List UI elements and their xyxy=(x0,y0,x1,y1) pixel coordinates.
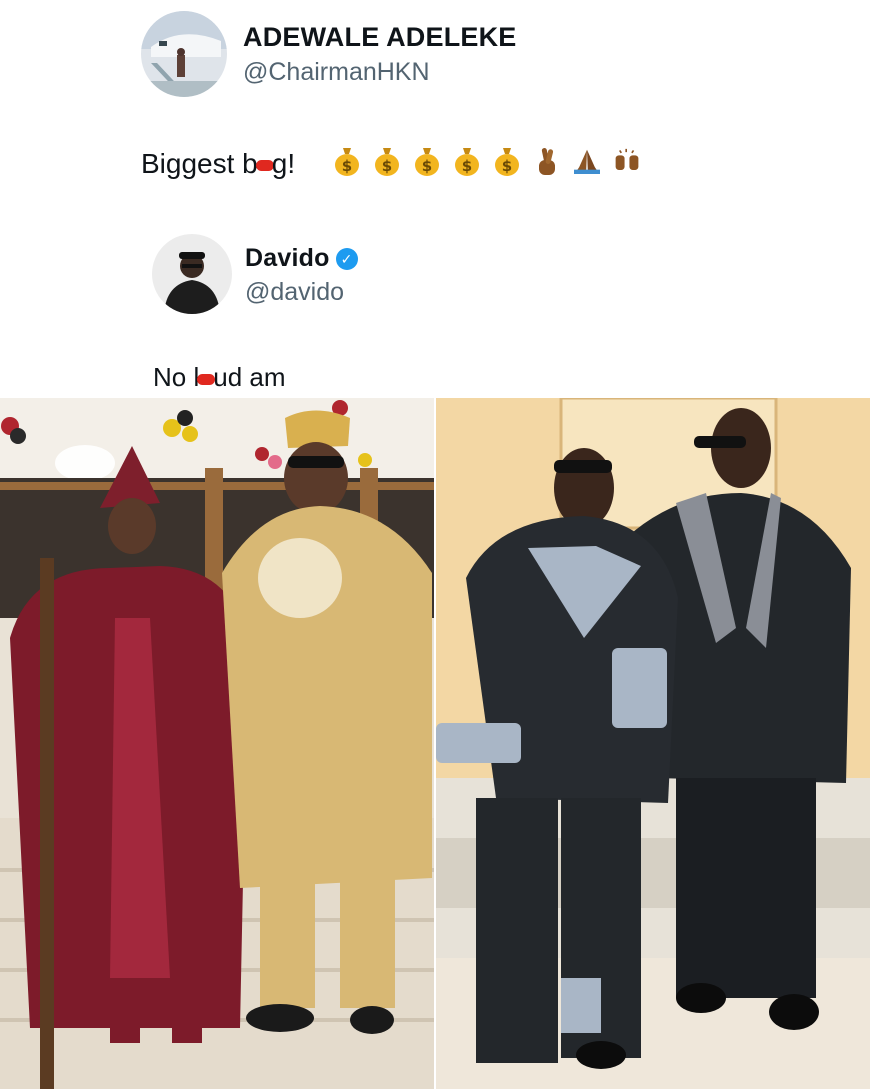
tweet-davido: Davido ✓ @davido No l ud am xyxy=(0,200,870,398)
avatar-davido[interactable] xyxy=(152,234,232,314)
raising-hands-icon xyxy=(615,148,639,170)
display-name-text: Davido xyxy=(245,244,330,272)
display-name[interactable]: Davido ✓ xyxy=(245,244,358,273)
svg-text:$: $ xyxy=(462,157,472,175)
tweet-text: No l ud am xyxy=(153,362,286,393)
money-bag-icon: $ xyxy=(455,148,479,176)
money-bag-icon: $ xyxy=(375,148,399,176)
verified-badge-icon: ✓ xyxy=(335,248,358,271)
money-bag-icon: $ xyxy=(495,148,519,176)
tweet-text-part: ud am xyxy=(213,362,286,392)
svg-text:$: $ xyxy=(422,157,432,175)
display-name[interactable]: ADEWALE ADELEKE xyxy=(243,22,517,53)
tweet-text-part: No l xyxy=(153,362,200,392)
tweet-text: Biggest b g! xyxy=(141,148,295,180)
svg-text:$: $ xyxy=(342,157,352,175)
folded-hands-icon xyxy=(574,149,600,174)
avatar-adewale[interactable] xyxy=(141,11,227,97)
tweet-text-part: g! xyxy=(271,148,296,179)
user-handle[interactable]: @davido xyxy=(245,278,344,307)
photo-black-suits[interactable] xyxy=(436,398,870,1089)
emoji-row: $ $ $ $ $ xyxy=(334,146,640,176)
tweet-text-part: Biggest b xyxy=(141,148,258,179)
user-handle[interactable]: @ChairmanHKN xyxy=(243,58,430,87)
crossed-fingers-icon xyxy=(539,148,555,175)
tweet-adewale: ADEWALE ADELEKE @ChairmanHKN Biggest b g!… xyxy=(0,0,870,200)
svg-text:$: $ xyxy=(502,157,512,175)
svg-text:$: $ xyxy=(382,157,392,175)
money-bag-icon: $ xyxy=(335,148,359,176)
photo-traditional-attire[interactable] xyxy=(0,398,434,1089)
money-bag-icon: $ xyxy=(415,148,439,176)
